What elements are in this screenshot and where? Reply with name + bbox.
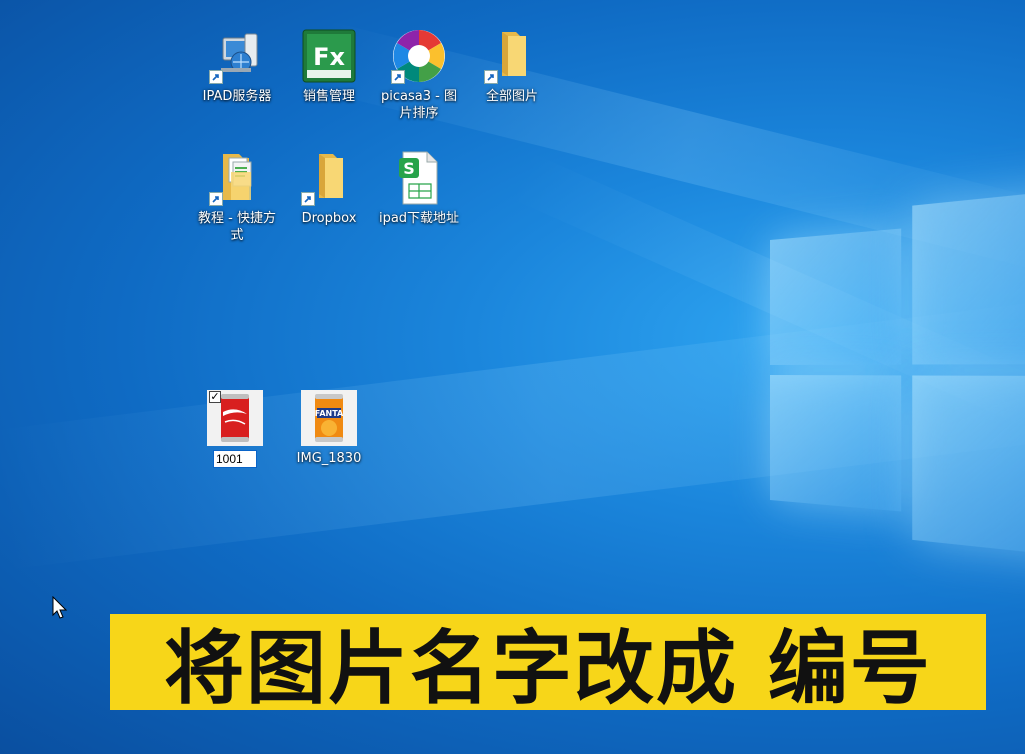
fanta-can-thumbnail: FANTA xyxy=(301,390,357,446)
desktop-icon-picasa[interactable]: picasa3 - 图片排序 xyxy=(377,28,461,122)
shortcut-arrow-icon xyxy=(209,192,223,206)
desktop-image-img-1830[interactable]: FANTA IMG_1830 xyxy=(287,390,371,467)
desktop-icon-sales-management[interactable]: Fx 销售管理 xyxy=(287,28,371,105)
desktop-icon-label: 全部图片 xyxy=(485,89,538,104)
rename-input[interactable] xyxy=(213,450,257,468)
mouse-pointer-icon xyxy=(52,595,68,624)
picasa-icon xyxy=(391,28,447,84)
folder-icon xyxy=(301,150,357,206)
desktop-icon-label: picasa3 - 图片排序 xyxy=(381,89,457,121)
desktop-icon-ipad-server[interactable]: IPAD服务器 xyxy=(195,28,279,105)
desktop-icon-label: 销售管理 xyxy=(302,89,355,104)
svg-text:Fx: Fx xyxy=(313,43,345,71)
desktop-icon-tutorial-shortcut[interactable]: 教程 - 快捷方式 xyxy=(195,150,279,244)
coca-cola-can-thumbnail: ✓ xyxy=(207,390,263,446)
folder-icon xyxy=(484,28,540,84)
desktop-icon-label: IPAD服务器 xyxy=(202,89,272,104)
folder-files-icon xyxy=(209,150,265,206)
server-icon xyxy=(209,28,265,84)
desktop-icon-ipad-download[interactable]: S ipad下载地址 xyxy=(377,150,461,227)
shortcut-arrow-icon xyxy=(484,70,498,84)
spreadsheet-icon: S xyxy=(391,150,447,206)
caption-text: 将图片名字改成 编号 xyxy=(164,622,932,715)
desktop-icon-dropbox[interactable]: Dropbox xyxy=(287,150,371,227)
svg-text:FANTA: FANTA xyxy=(315,409,344,418)
caption-banner: 将图片名字改成 编号 xyxy=(110,614,986,715)
excel-fx-icon: Fx xyxy=(301,28,357,84)
svg-text:S: S xyxy=(403,159,415,178)
desktop-icon-all-pictures[interactable]: 全部图片 xyxy=(470,28,554,105)
shortcut-arrow-icon xyxy=(391,70,405,84)
desktop-icon-label: IMG_1830 xyxy=(296,451,362,466)
shortcut-arrow-icon xyxy=(301,192,315,206)
shortcut-arrow-icon xyxy=(209,70,223,84)
selection-checkbox[interactable]: ✓ xyxy=(209,391,221,403)
desktop-icon-label: Dropbox xyxy=(301,211,357,226)
desktop-icon-label: ipad下载地址 xyxy=(378,211,460,226)
windows-logo xyxy=(770,173,1025,567)
desktop-image-renaming[interactable]: ✓ xyxy=(193,390,277,468)
desktop-icon-label: 教程 - 快捷方式 xyxy=(198,211,276,243)
desktop-background[interactable]: IPAD服务器 Fx 销售管理 picasa3 - 图片排序 全部图片 教程 -… xyxy=(0,0,1025,754)
